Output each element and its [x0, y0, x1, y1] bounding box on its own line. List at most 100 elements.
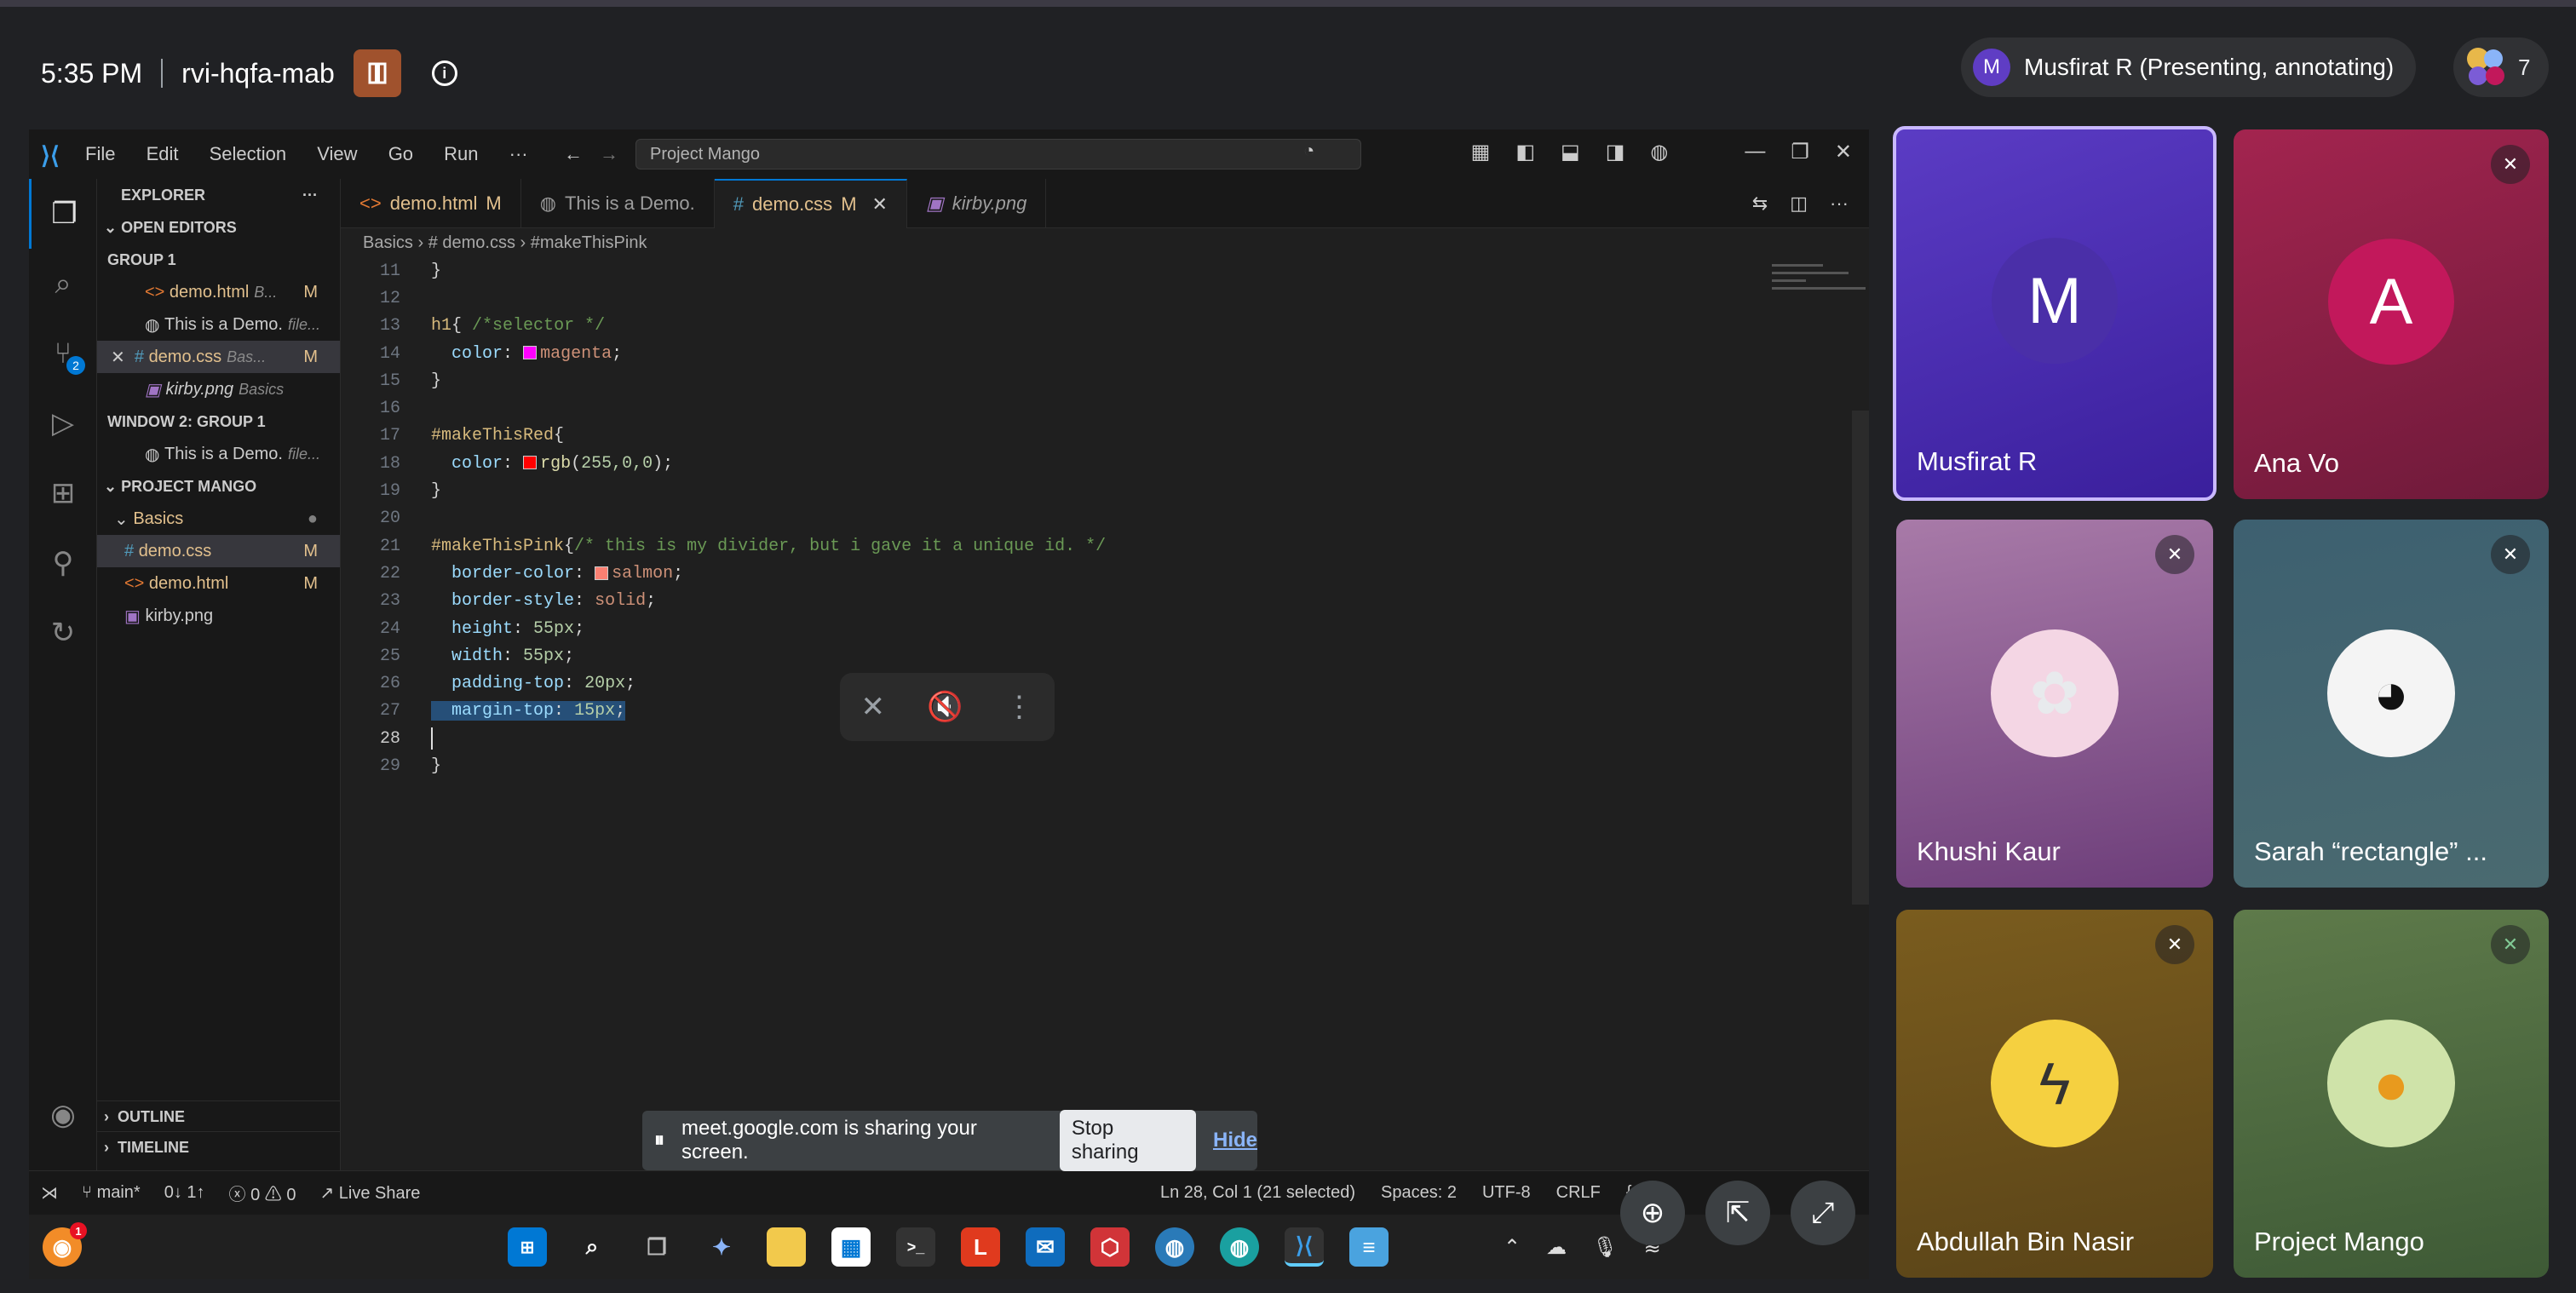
- tab-demo-preview[interactable]: ◍ This is a Demo.: [521, 179, 715, 228]
- file-demo-html[interactable]: <> demo.html M: [97, 567, 340, 600]
- code-line[interactable]: 16: [341, 394, 1869, 422]
- menu-more[interactable]: ···: [509, 143, 528, 164]
- edge-dev-icon[interactable]: ◍: [1155, 1227, 1194, 1267]
- secondary-sidebar-icon[interactable]: ◨: [1606, 140, 1625, 164]
- back-arrow-icon[interactable]: ←: [564, 143, 583, 165]
- tab-demo-html[interactable]: <> demo.html M: [341, 179, 521, 228]
- l-app-icon[interactable]: L: [961, 1227, 1000, 1267]
- panel-toggle-icon[interactable]: ⬓: [1561, 140, 1580, 164]
- code-line[interactable]: 20: [341, 505, 1869, 532]
- code-line[interactable]: 19}: [341, 477, 1869, 504]
- breadcrumb-folder[interactable]: Basics: [363, 233, 413, 252]
- code-line[interactable]: 23 border-style: solid;: [341, 588, 1869, 615]
- menu-file[interactable]: File: [85, 143, 115, 164]
- encoding-status[interactable]: UTF-8: [1482, 1183, 1531, 1203]
- search-icon[interactable]: ⌕: [29, 249, 97, 319]
- code-line[interactable]: 13 h1{ /*selector */: [341, 313, 1869, 340]
- sidebar-toggle-icon[interactable]: ◧: [1515, 140, 1535, 164]
- cursor-position[interactable]: Ln 28, Col 1 (21 selected): [1160, 1183, 1355, 1203]
- tab-close-icon[interactable]: ✕: [872, 193, 888, 216]
- eol-status[interactable]: CRLF: [1556, 1183, 1601, 1203]
- split-editor-icon[interactable]: ◫: [1790, 193, 1808, 215]
- tab-demo-css[interactable]: # demo.css M ✕: [714, 179, 907, 228]
- code-line[interactable]: 22 border-color: salmon;: [341, 560, 1869, 587]
- timeline-section[interactable]: › TIMELINE: [97, 1131, 341, 1164]
- stop-sharing-button[interactable]: Stop sharing: [1059, 1110, 1196, 1171]
- code-line[interactable]: 24 height: 55px;: [341, 615, 1869, 642]
- info-icon[interactable]: i: [431, 60, 457, 86]
- pdf-app-icon[interactable]: ⬡: [1090, 1227, 1130, 1267]
- outlook-icon[interactable]: ✉: [1026, 1227, 1065, 1267]
- mute-icon[interactable]: 🔇: [927, 690, 963, 724]
- breadcrumb-file[interactable]: # demo.css: [428, 233, 515, 252]
- branch-status[interactable]: ⑂ main*: [82, 1183, 141, 1203]
- project-mango-section[interactable]: ⌄ PROJECT MANGO: [97, 470, 340, 503]
- taskbar-search-icon[interactable]: ⌕: [572, 1227, 612, 1267]
- editor-scrollbar[interactable]: [1852, 411, 1869, 905]
- code-line[interactable]: 28: [341, 725, 1869, 752]
- fullscreen-icon[interactable]: ⤢: [1791, 1181, 1855, 1245]
- extensions-icon[interactable]: ⊞: [29, 458, 97, 528]
- presenting-pill[interactable]: M Musfirat R (Presenting, annotating): [1961, 37, 2417, 97]
- notepad-icon[interactable]: ≡: [1349, 1227, 1389, 1267]
- close-editor-icon[interactable]: ✕: [111, 347, 135, 368]
- copilot-icon[interactable]: ◔: [1303, 140, 1314, 162]
- python-icon[interactable]: ⚲: [29, 528, 97, 598]
- code-line[interactable]: 21 #makeThisPink{/* this is my divider, b…: [341, 532, 1869, 560]
- live-share-icon[interactable]: ↻: [29, 598, 97, 668]
- microphone-icon[interactable]: 🎙: [1592, 1235, 1618, 1260]
- editor-more-icon[interactable]: ···: [1830, 193, 1849, 215]
- code-line[interactable]: 29}: [341, 752, 1869, 779]
- open-editors-section[interactable]: ⌄ OPEN EDITORS: [97, 211, 340, 244]
- layout-icon[interactable]: ▦: [1471, 140, 1491, 164]
- code-line[interactable]: 26 padding-top: 20px;: [341, 669, 1869, 697]
- outline-section[interactable]: › OUTLINE: [97, 1100, 341, 1133]
- code-line[interactable]: 12: [341, 284, 1869, 312]
- file-explorer-icon[interactable]: [767, 1227, 806, 1267]
- participant-tile-khushi[interactable]: ✕ ✿ Khushi Kaur: [1896, 520, 2213, 888]
- door-icon[interactable]: [353, 49, 401, 97]
- sync-status[interactable]: 0↓ 1↑: [164, 1183, 205, 1203]
- task-view-icon[interactable]: ❐: [637, 1227, 676, 1267]
- participants-button[interactable]: 7: [2453, 37, 2549, 97]
- account-icon[interactable]: ◉: [29, 1080, 97, 1150]
- code-line[interactable]: 15}: [341, 367, 1869, 394]
- file-demo-css[interactable]: # demo.css M: [97, 535, 340, 567]
- compare-icon[interactable]: ⇆: [1752, 193, 1768, 215]
- indent-status[interactable]: Spaces: 2: [1381, 1183, 1457, 1203]
- breadcrumb-symbol[interactable]: #makeThisPink: [531, 233, 647, 252]
- tray-chevron-icon[interactable]: ⌃: [1504, 1235, 1521, 1260]
- menu-run[interactable]: Run: [444, 143, 478, 164]
- problems-status[interactable]: ⓧ 0 ⚠ 0: [229, 1181, 296, 1205]
- pop-out-icon[interactable]: ⇱: [1705, 1181, 1770, 1245]
- participant-tile-abdullah[interactable]: ✕ ϟ Abdullah Bin Nasir: [1896, 910, 2213, 1278]
- participant-tile-musfirat[interactable]: M Musfirat R: [1893, 126, 2217, 501]
- minimap[interactable]: [1772, 257, 1869, 307]
- more-options-icon[interactable]: ⋮: [1004, 690, 1033, 724]
- menu-go[interactable]: Go: [388, 143, 413, 164]
- participant-tile-ana[interactable]: ✕ A Ana Vo: [2234, 129, 2549, 499]
- zoom-icon[interactable]: ⊕: [1620, 1181, 1685, 1245]
- explorer-more-icon[interactable]: ···: [302, 187, 318, 204]
- store-icon[interactable]: ▦: [831, 1227, 871, 1267]
- open-editor-demo-html[interactable]: <> demo.html B... M: [97, 276, 340, 308]
- onedrive-icon[interactable]: ☁: [1546, 1235, 1567, 1260]
- copilot-icon[interactable]: ✦: [702, 1227, 741, 1267]
- forward-arrow-icon[interactable]: →: [600, 143, 618, 165]
- code-line[interactable]: 17 #makeThisRed{: [341, 422, 1869, 450]
- participant-tile-sarah[interactable]: ✕ ◕ Sarah “rectangle” ...: [2234, 520, 2549, 888]
- code-line[interactable]: 14 color: magenta;: [341, 340, 1869, 367]
- menu-edit[interactable]: Edit: [147, 143, 179, 164]
- close-window-icon[interactable]: ✕: [1835, 140, 1852, 164]
- edge-icon[interactable]: ◍: [1220, 1227, 1259, 1267]
- open-editor-kirby-png[interactable]: ▣ kirby.png Basics: [97, 373, 340, 405]
- remote-icon[interactable]: ⋊: [41, 1182, 58, 1204]
- windows-start-icon[interactable]: ⊞: [508, 1227, 547, 1267]
- restore-icon[interactable]: ❐: [1791, 140, 1809, 164]
- code-line[interactable]: 11}: [341, 257, 1869, 284]
- command-center-search[interactable]: Project Mango: [635, 139, 1361, 170]
- open-editor-demo-css[interactable]: ✕ # demo.css Bas... M: [97, 341, 340, 373]
- open-editor-demo-preview[interactable]: ◍ This is a Demo. file...: [97, 308, 340, 341]
- folder-basics[interactable]: ⌄ Basics ●: [97, 503, 340, 535]
- hide-banner-link[interactable]: Hide: [1213, 1129, 1257, 1152]
